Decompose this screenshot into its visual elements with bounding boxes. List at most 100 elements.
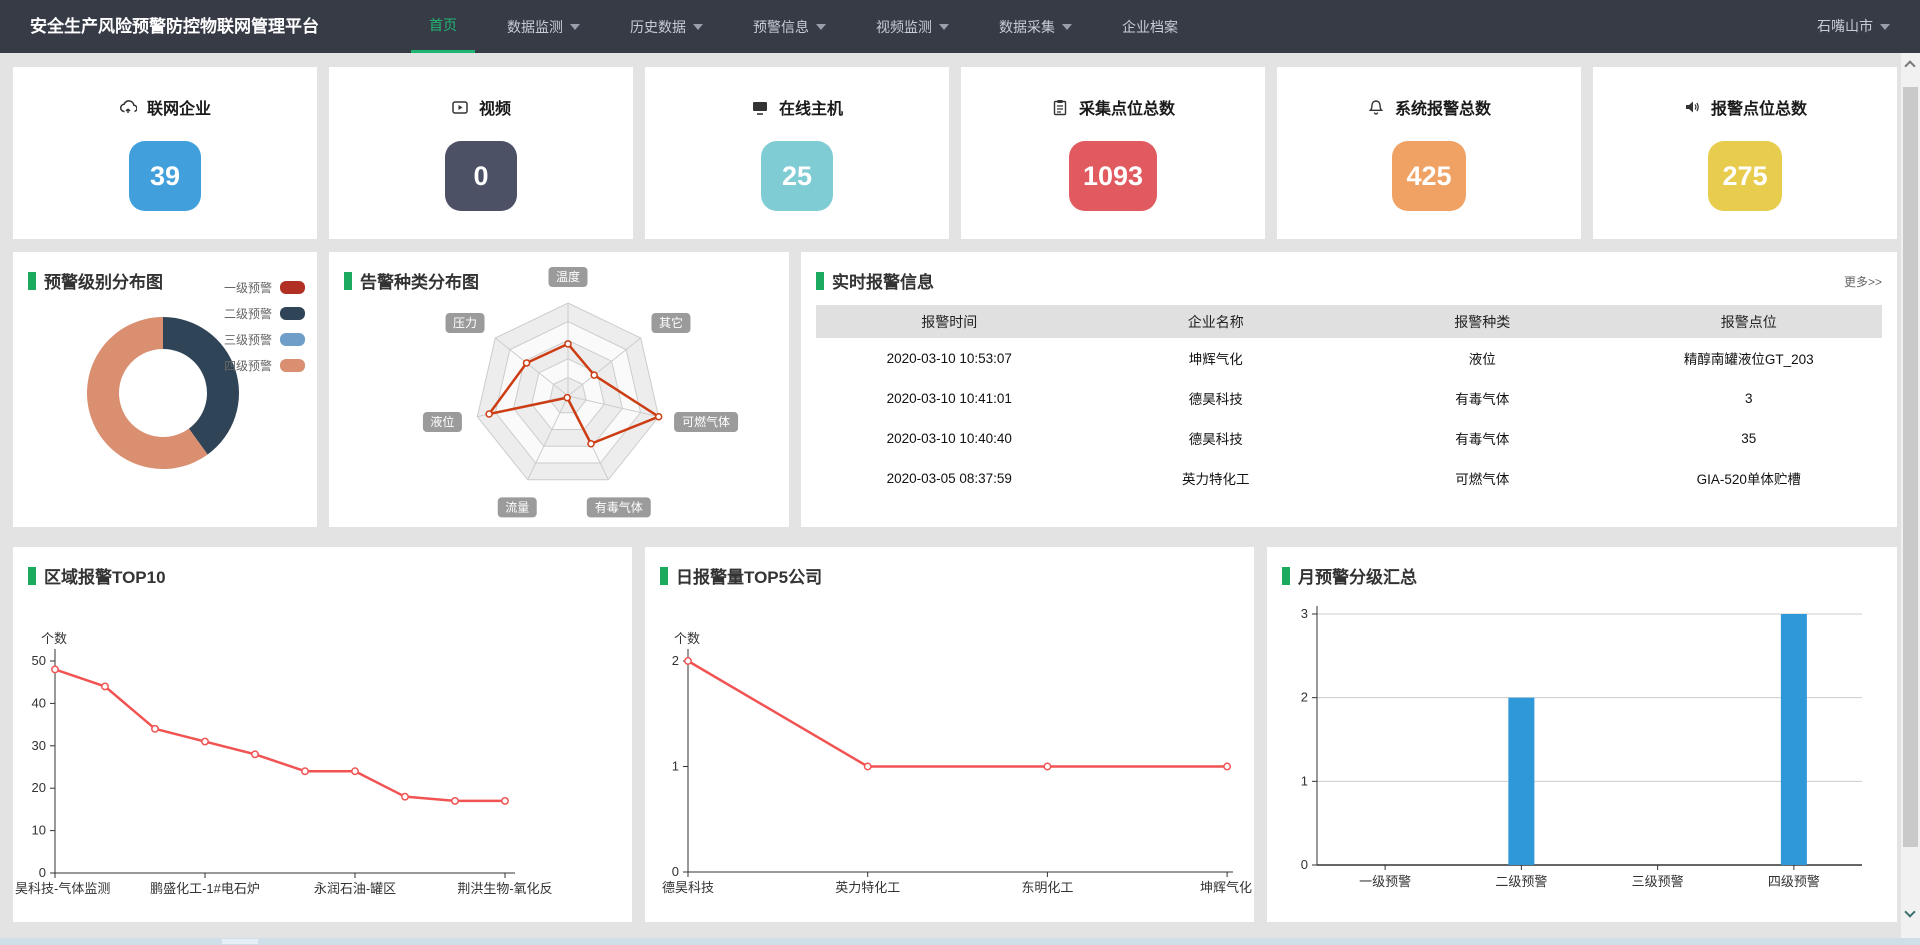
- y-tick-label: 3: [1301, 606, 1308, 621]
- y-axis-title: 个数: [674, 631, 700, 646]
- title-marker: [344, 272, 352, 290]
- table-cell: 德昊科技: [1083, 428, 1350, 448]
- legend-label: 四级预警: [224, 357, 272, 374]
- table-cell: 有毒气体: [1349, 388, 1616, 408]
- table-row: 2020-03-10 10:40:40德昊科技有毒气体35: [816, 418, 1882, 458]
- stat-card-label: 采集点位总数: [1079, 95, 1175, 119]
- y-tick-label: 0: [672, 864, 679, 879]
- legend-label: 二级预警: [224, 305, 272, 322]
- panel-title: 告警种类分布图: [344, 268, 479, 293]
- nav-item-1[interactable]: 首页: [411, 0, 475, 53]
- y-tick-label: 1: [672, 759, 679, 774]
- stat-card-head: 在线主机: [751, 95, 843, 119]
- nav-item-7[interactable]: 企业档案: [1104, 0, 1196, 53]
- stat-card-2: 视频0: [329, 67, 633, 239]
- data-point: [865, 763, 871, 769]
- region-selector[interactable]: 石嘴山市: [1817, 0, 1890, 53]
- app-title: 安全生产风险预警防控物联网管理平台: [30, 0, 319, 53]
- stat-card-1: 联网企业 39: [13, 67, 317, 239]
- region-label: 石嘴山市: [1817, 0, 1873, 53]
- column-header: 报警种类: [1349, 312, 1616, 332]
- radar-axis-label: 液位: [430, 414, 454, 429]
- legend-item-1[interactable]: 一级预警: [224, 274, 305, 300]
- table-cell: 2020-03-05 08:37:59: [816, 471, 1083, 486]
- stat-card-3: 在线主机 25: [645, 67, 949, 239]
- data-point: [52, 666, 58, 672]
- chevron-down-icon: [816, 24, 826, 30]
- data-point: [502, 798, 508, 804]
- title-marker: [1282, 567, 1290, 585]
- x-tick-label: 德昊科技: [662, 880, 714, 895]
- table-cell: 精醇南罐液位GT_203: [1616, 348, 1883, 368]
- vertical-scrollbar[interactable]: [1901, 53, 1920, 938]
- radar-point: [591, 372, 597, 378]
- bar: [1508, 698, 1534, 865]
- legend-label: 一级预警: [224, 279, 272, 296]
- panel-daily-top5: 日报警量TOP5公司 个数012德昊科技英力特化工东明化工坤辉气化: [645, 547, 1254, 922]
- nav-item-2[interactable]: 数据监测: [489, 0, 598, 53]
- table-cell: 液位: [1349, 348, 1616, 368]
- stat-card-value: 39: [129, 141, 201, 211]
- scroll-up-icon[interactable]: [1904, 60, 1915, 71]
- table-cell: 2020-03-10 10:53:07: [816, 351, 1083, 366]
- x-tick-label: 坤辉气化: [1200, 880, 1252, 895]
- nav-item-5[interactable]: 视频监测: [858, 0, 967, 53]
- alarm-type-radar-chart: 温度其它可燃气体有毒气体流量液位压力: [329, 252, 789, 527]
- stat-card-head: 报警点位总数: [1683, 95, 1807, 119]
- nav-menu: 首页数据监测历史数据预警信息视频监测数据采集企业档案: [404, 0, 1203, 53]
- chevron-down-icon: [1062, 24, 1072, 30]
- y-tick-label: 1: [1301, 773, 1308, 788]
- nav-item-label: 视频监测: [876, 2, 932, 52]
- radar-axis-label: 其它: [659, 315, 683, 330]
- y-tick-label: 2: [1301, 690, 1308, 705]
- title-marker: [28, 567, 36, 585]
- data-point: [1224, 763, 1230, 769]
- stat-card-label: 在线主机: [779, 95, 843, 119]
- legend-item-4[interactable]: 四级预警: [224, 352, 305, 378]
- table-cell: 德昊科技: [1083, 388, 1350, 408]
- panel-title: 区域报警TOP10: [28, 563, 166, 588]
- table-cell: 35: [1616, 431, 1883, 446]
- y-tick-label: 50: [32, 653, 46, 668]
- panel-title: 实时报警信息: [816, 268, 934, 293]
- stat-card-head: 系统报警总数: [1367, 95, 1491, 119]
- stat-card-value: 25: [761, 141, 833, 211]
- nav-item-3[interactable]: 历史数据: [612, 0, 721, 53]
- data-point: [452, 798, 458, 804]
- alarm-table-header: 报警时间企业名称报警种类报警点位: [816, 305, 1882, 338]
- stat-card-head: 联网企业: [119, 95, 211, 119]
- x-tick-label: 英力特化工: [835, 880, 900, 895]
- stat-card-head: 采集点位总数: [1051, 95, 1175, 119]
- horizontal-scrollbar-thumb[interactable]: [222, 939, 258, 944]
- stat-card-value: 1093: [1069, 141, 1157, 211]
- vertical-scrollbar-thumb[interactable]: [1903, 87, 1918, 847]
- nav-item-label: 历史数据: [630, 2, 686, 52]
- scroll-down-icon[interactable]: [1904, 906, 1915, 917]
- bar: [1781, 614, 1807, 865]
- data-point: [352, 768, 358, 774]
- more-link[interactable]: 更多>>: [1844, 273, 1882, 290]
- clipboard-icon: [1051, 98, 1069, 116]
- radar-axis-label: 可燃气体: [682, 414, 730, 429]
- cloud-link-icon: [119, 98, 137, 116]
- stat-card-label: 联网企业: [147, 95, 211, 119]
- table-cell: GIA-520单体贮槽: [1616, 468, 1883, 488]
- panel-warning-level: 预警级别分布图 一级预警二级预警三级预警四级预警: [13, 252, 317, 527]
- legend-item-3[interactable]: 三级预警: [224, 326, 305, 352]
- legend-item-2[interactable]: 二级预警: [224, 300, 305, 326]
- stat-card-5: 系统报警总数 425: [1277, 67, 1581, 239]
- nav-item-6[interactable]: 数据采集: [981, 0, 1090, 53]
- table-cell: 3: [1616, 391, 1883, 406]
- horizontal-scrollbar[interactable]: [0, 938, 1920, 945]
- column-header: 报警点位: [1616, 312, 1883, 332]
- panel-title: 预警级别分布图: [28, 268, 163, 293]
- y-tick-label: 0: [39, 865, 46, 880]
- data-point: [685, 658, 691, 664]
- x-tick-label: 东明化工: [1021, 880, 1073, 895]
- table-row: 2020-03-10 10:41:01德昊科技有毒气体3: [816, 378, 1882, 418]
- y-tick-label: 0: [1301, 857, 1308, 872]
- y-tick-label: 10: [32, 823, 46, 838]
- radar-point: [524, 360, 530, 366]
- stat-card-value: 425: [1392, 141, 1465, 211]
- nav-item-4[interactable]: 预警信息: [735, 0, 844, 53]
